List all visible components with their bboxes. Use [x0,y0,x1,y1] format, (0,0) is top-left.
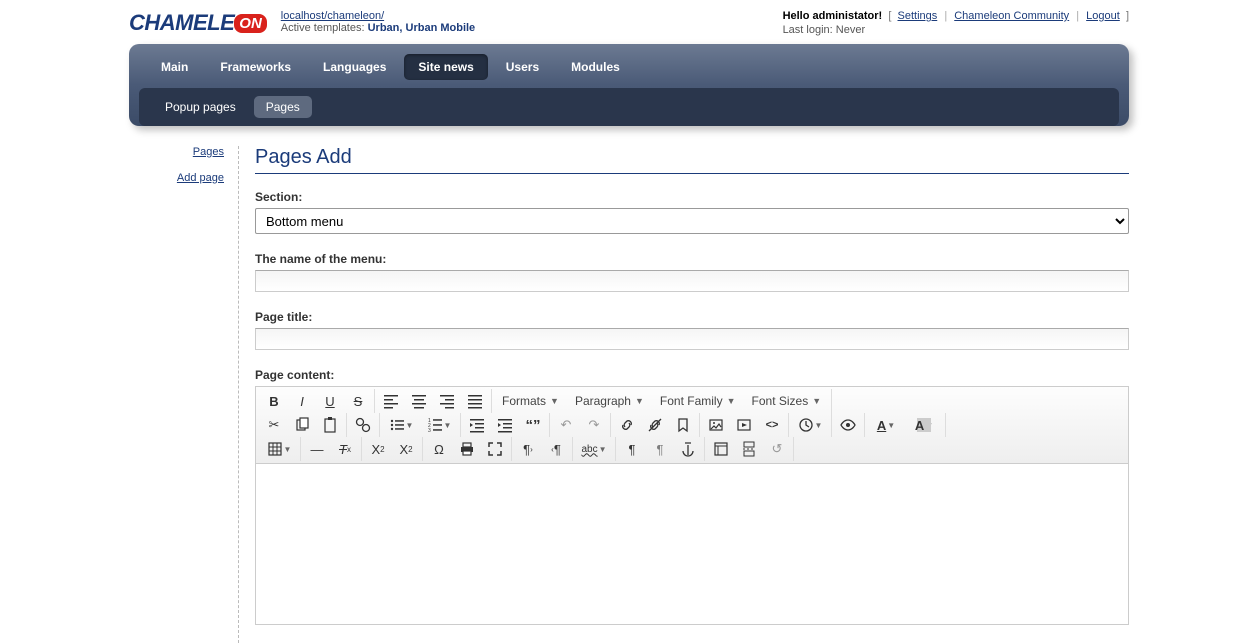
formats-dropdown[interactable]: Formats▼ [494,389,567,413]
nav-languages[interactable]: Languages [309,54,400,80]
ltr-button[interactable]: ¶› [514,437,542,461]
redo-button[interactable]: ↷ [580,413,608,437]
subnav-popup-pages[interactable]: Popup pages [153,96,248,118]
copy-button[interactable] [288,413,316,437]
sidebar-add-page[interactable]: Add page [129,172,224,184]
show-blocks-button[interactable]: ¶ [618,437,646,461]
rich-text-editor: B I U S [255,386,1129,625]
bullet-list-button[interactable]: ▼ [382,413,420,437]
section-select[interactable]: Bottom menu [255,208,1129,234]
section-label: Section: [255,190,1129,204]
nav-site-news[interactable]: Site news [404,54,487,80]
horizontal-rule-button[interactable]: — [303,437,331,461]
undo-button[interactable]: ↶ [552,413,580,437]
svg-text:3: 3 [428,428,431,433]
main-navbar: Main Frameworks Languages Site news User… [129,44,1129,126]
menu-name-input[interactable] [255,270,1129,292]
print-button[interactable] [453,437,481,461]
bold-button[interactable]: B [260,389,288,413]
menu-name-label: The name of the menu: [255,252,1129,266]
show-invisible-button[interactable]: ¶ [646,437,674,461]
spellcheck-button[interactable]: abc▼ [575,437,613,461]
rtl-button[interactable]: ‹¶ [542,437,570,461]
align-right-button[interactable] [433,389,461,413]
clear-formatting-button[interactable]: Tx [331,437,359,461]
font-family-dropdown[interactable]: Font Family▼ [652,389,744,413]
paragraph-dropdown[interactable]: Paragraph▼ [567,389,652,413]
fullscreen-button[interactable] [481,437,509,461]
nav-main[interactable]: Main [147,54,202,80]
logout-link[interactable]: Logout [1086,10,1120,22]
source-code-button[interactable]: <> [758,413,786,437]
bookmark-button[interactable] [669,413,697,437]
indent-button[interactable] [491,413,519,437]
align-center-button[interactable] [405,389,433,413]
settings-link[interactable]: Settings [898,10,938,22]
preview-button[interactable] [834,413,862,437]
media-button[interactable] [730,413,758,437]
last-login-value: Never [836,24,865,36]
background-color-button[interactable]: A▼ [905,413,943,437]
template-button[interactable] [707,437,735,461]
last-login-label: Last login: [783,24,836,36]
italic-button[interactable]: I [288,389,316,413]
logo-text: CHAMELE [129,10,234,36]
logo: CHAMELEON [129,10,267,36]
special-char-button[interactable]: Ω [425,437,453,461]
restore-draft-button[interactable]: ↺ [763,437,791,461]
templates-label: Active templates: [281,22,368,34]
find-replace-button[interactable] [349,413,377,437]
subscript-button[interactable]: X2 [364,437,392,461]
templates-value: Urban, Urban Mobile [368,22,476,34]
numbered-list-button[interactable]: 123▼ [420,413,458,437]
link-button[interactable] [613,413,641,437]
host-link[interactable]: localhost/chameleon/ [281,10,384,22]
subnav-pages[interactable]: Pages [254,96,312,118]
blockquote-button[interactable]: “” [519,413,547,437]
align-justify-button[interactable] [461,389,489,413]
table-button[interactable]: ▼ [260,437,298,461]
underline-button[interactable]: U [316,389,344,413]
align-left-button[interactable] [377,389,405,413]
editor-body[interactable] [256,464,1128,624]
datetime-button[interactable]: ▼ [791,413,829,437]
font-sizes-dropdown[interactable]: Font Sizes▼ [744,389,830,413]
page-title-label: Page title: [255,310,1129,324]
nav-modules[interactable]: Modules [557,54,634,80]
paste-button[interactable] [316,413,344,437]
community-link[interactable]: Chameleon Community [954,10,1069,22]
nav-users[interactable]: Users [492,54,553,80]
page-title-input[interactable] [255,328,1129,350]
superscript-button[interactable]: X2 [392,437,420,461]
sidebar-pages[interactable]: Pages [129,146,224,158]
unlink-button[interactable] [641,413,669,437]
text-color-button[interactable]: A▼ [867,413,905,437]
image-button[interactable] [702,413,730,437]
cut-button[interactable]: ✂ [260,413,288,437]
strikethrough-button[interactable]: S [344,389,372,413]
page-title: Pages Add [255,146,1129,174]
anchor-button[interactable] [674,437,702,461]
pagebreak-button[interactable] [735,437,763,461]
nav-frameworks[interactable]: Frameworks [206,54,305,80]
logo-badge: ON [234,14,267,33]
greeting: Hello administator! [783,10,883,22]
outdent-button[interactable] [463,413,491,437]
content-label: Page content: [255,368,1129,382]
